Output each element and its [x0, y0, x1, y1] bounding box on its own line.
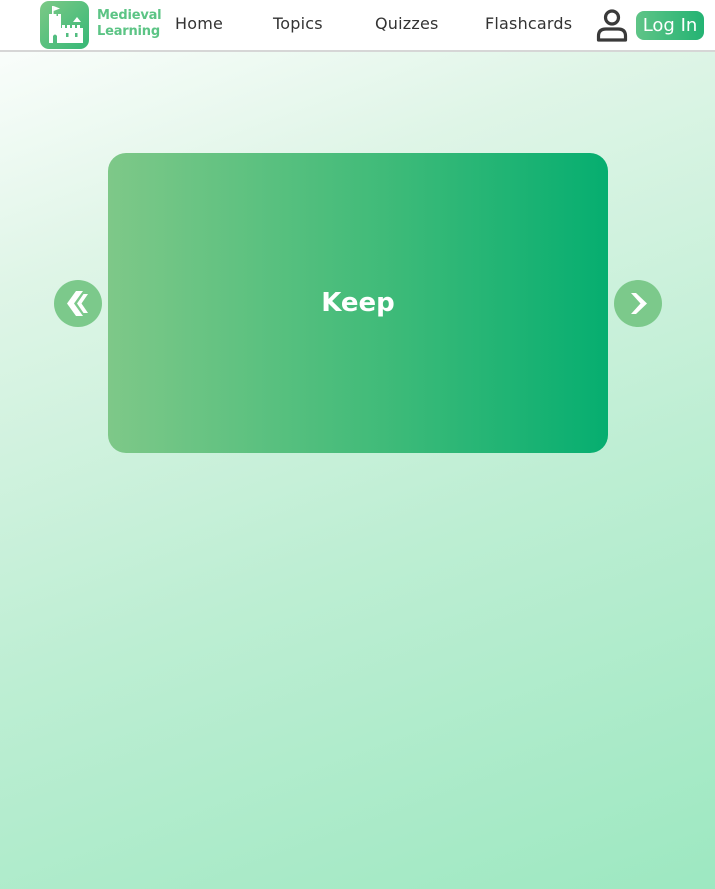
- brand-line-1: Medieval: [97, 8, 162, 23]
- chevron-left-icon: [67, 291, 88, 316]
- next-card-button[interactable]: [614, 280, 662, 327]
- user-icon[interactable]: [594, 7, 630, 43]
- nav-link-quizzes[interactable]: Quizzes: [375, 14, 439, 33]
- login-button[interactable]: Log In: [636, 11, 704, 40]
- brand-name: Medieval Learning: [97, 8, 167, 40]
- nav-link-home[interactable]: Home: [175, 14, 223, 33]
- nav-link-flashcards[interactable]: Flashcards: [485, 14, 572, 33]
- brand-line-2: Learning: [97, 24, 160, 39]
- chevron-right-icon: [631, 293, 647, 314]
- flashcard-term: Keep: [321, 288, 395, 318]
- previous-card-button[interactable]: [54, 280, 102, 327]
- castle-logo-icon[interactable]: [40, 1, 89, 49]
- nav-link-topics[interactable]: Topics: [273, 14, 323, 33]
- flashcard[interactable]: Keep: [108, 153, 608, 453]
- top-navigation-bar: Medieval Learning Home Topics Quizzes Fl…: [0, 0, 715, 52]
